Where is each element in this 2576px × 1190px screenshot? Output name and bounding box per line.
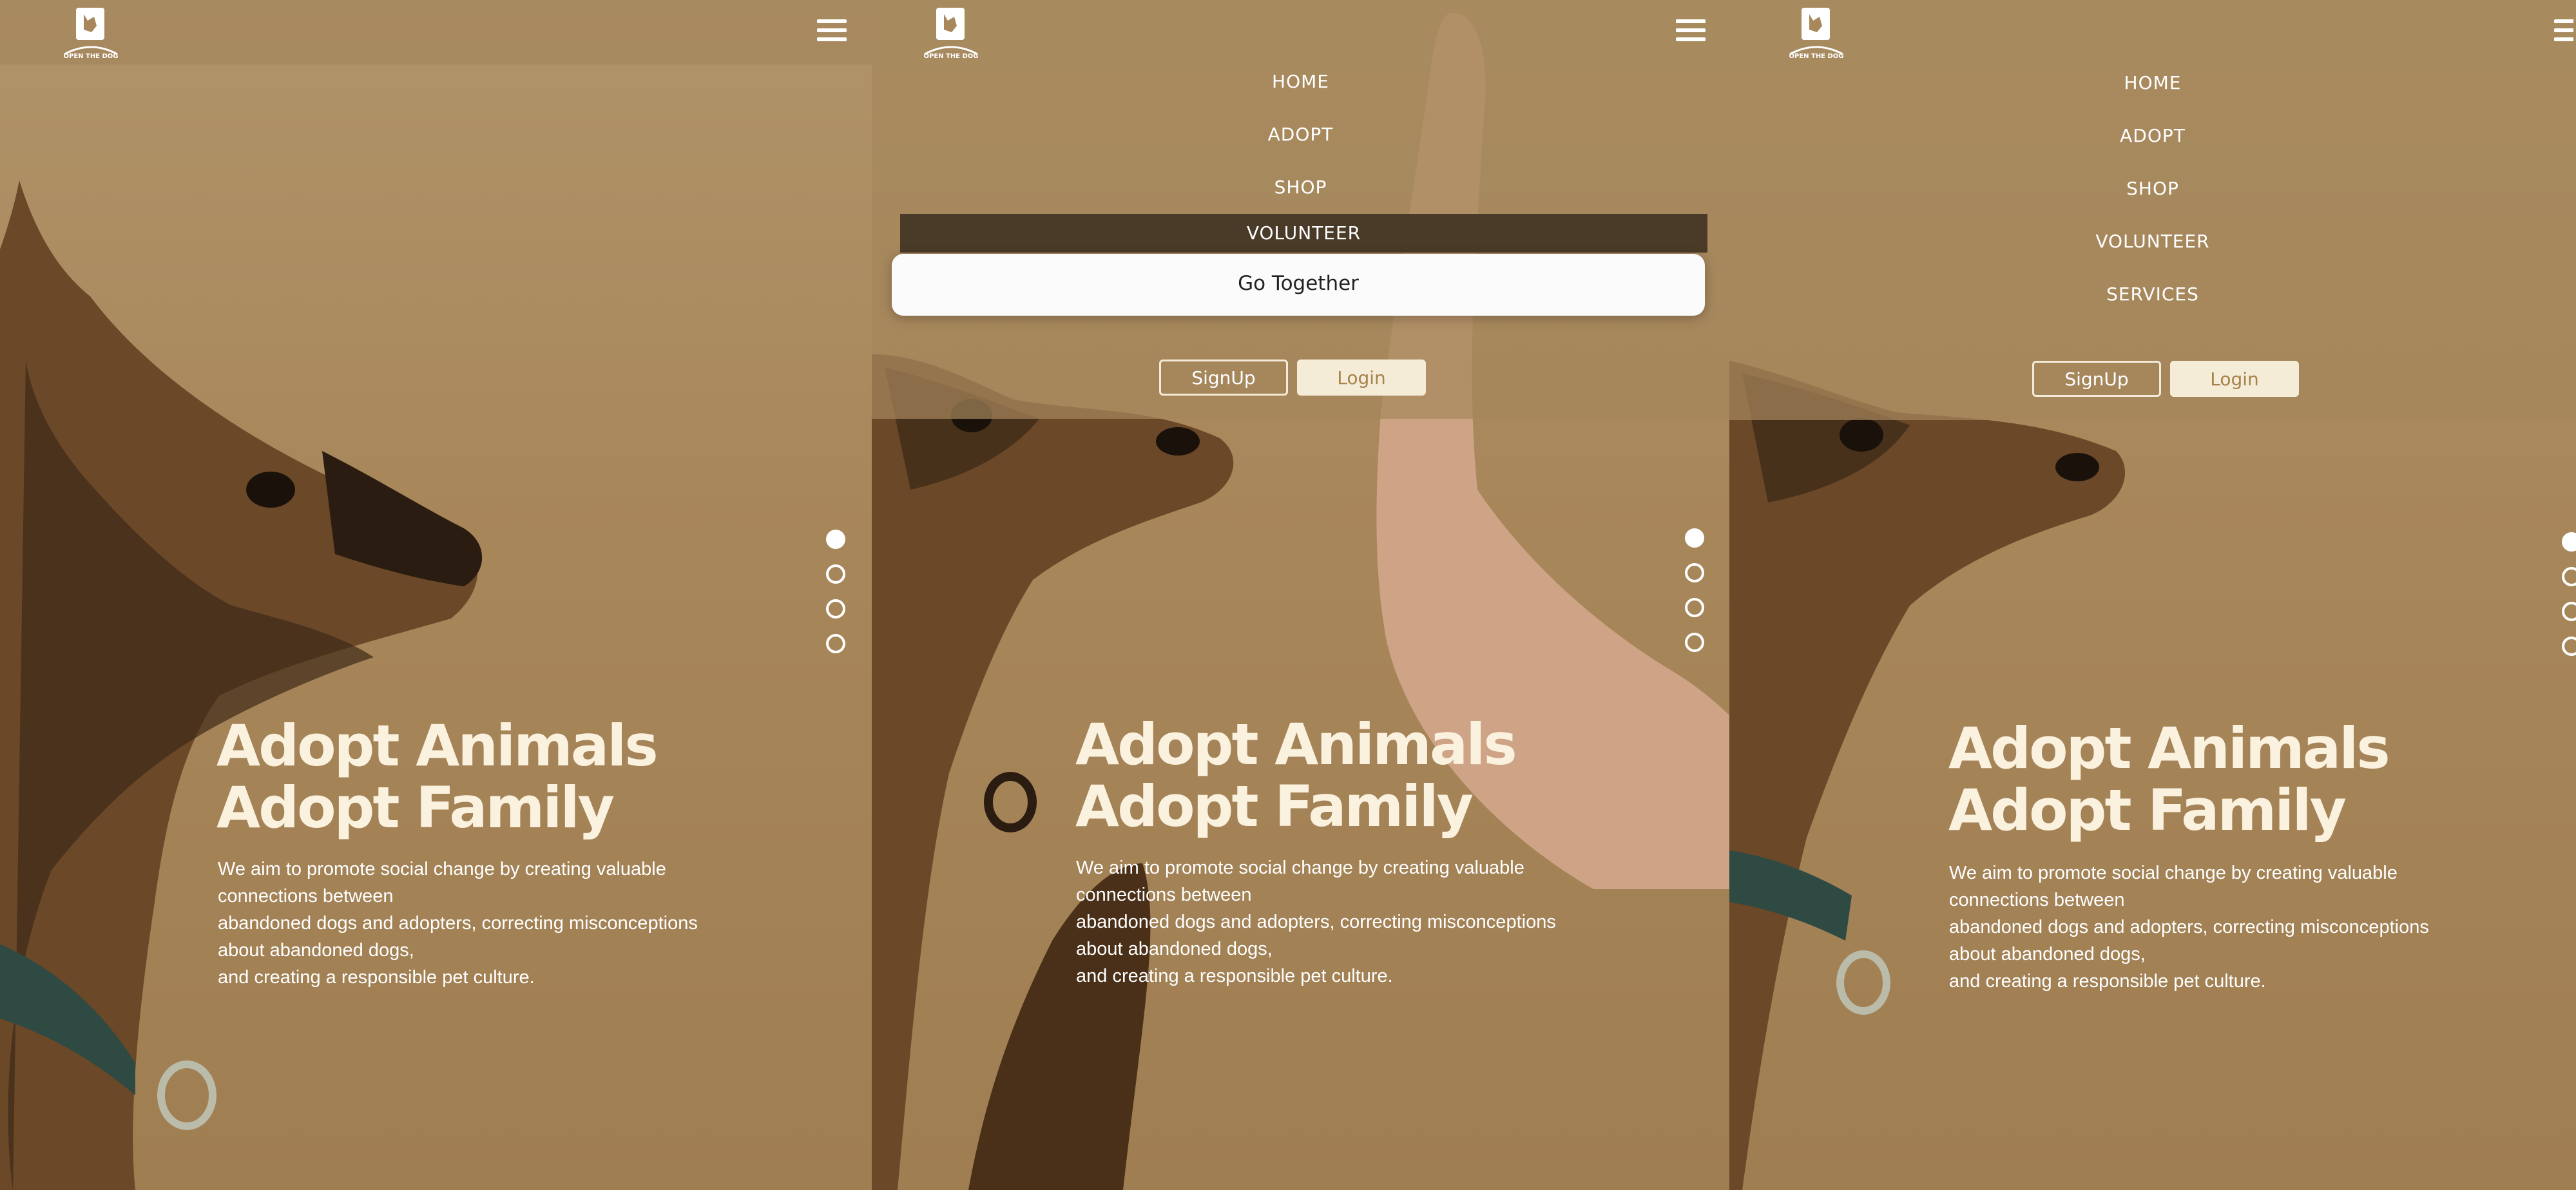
nav-item-shop[interactable]: SHOP [872,161,1729,214]
nav-menu: HOME ADOPT SHOP VOLUNTEER [872,55,1729,253]
slider-dots [2562,532,2576,671]
auth-buttons: SignUp Login [2032,361,2299,397]
top-bar [0,0,872,64]
nav-item-volunteer[interactable]: VOLUNTEER [900,214,1707,253]
nav-item-services[interactable]: SERVICES [1729,268,2576,321]
svg-text:OPEN THE DOG: OPEN THE DOG [1789,53,1843,60]
slider-dots [1685,528,1707,667]
menu-toggle-button[interactable] [2554,19,2573,45]
hero-description: We aim to promote social change by creat… [1949,863,2429,992]
hero-title-line-2: Adopt Family [216,774,615,841]
hero-title-line-1: Adopt Animals [216,713,658,779]
svg-text:OPEN THE DOG: OPEN THE DOG [63,53,118,60]
signup-button[interactable]: SignUp [1159,360,1288,396]
hero-description: We aim to promote social change by creat… [1076,858,1556,986]
nav-item-home[interactable]: HOME [872,55,1729,108]
login-button[interactable]: Login [1297,360,1426,396]
slider-dot-3[interactable] [1685,598,1704,617]
slider-dot-4[interactable] [1685,633,1704,652]
nav-item-shop[interactable]: SHOP [1729,162,2576,215]
auth-buttons: SignUp Login [1159,360,1426,396]
slider-dot-4[interactable] [826,634,845,653]
hero-title: Adopt Animals Adopt Family [1075,711,1517,840]
brand-logo[interactable]: OPEN THE DOG [55,4,126,62]
nav-item-adopt[interactable]: ADOPT [1729,110,2576,162]
slider-dot-1[interactable] [1685,528,1704,548]
nav-item-home[interactable]: HOME [1729,57,2576,110]
nav-item-volunteer[interactable]: VOLUNTEER [1729,215,2576,268]
nav-item-adopt[interactable]: ADOPT [872,108,1729,161]
dog-image [0,64,554,1190]
hero-title-line-1: Adopt Animals [1075,711,1517,778]
hero-description: We aim to promote social change by creat… [218,859,698,988]
hero-title: Adopt Animals Adopt Family [216,713,658,841]
hero-title-line-2: Adopt Family [1075,773,1474,840]
menu-toggle-button[interactable] [1676,19,1706,45]
tooltip-go-together: Go Together [892,254,1705,316]
login-button[interactable]: Login [2170,361,2299,397]
slider-dot-2[interactable] [826,564,845,584]
nav-menu: HOME ADOPT SHOP VOLUNTEER SERVICES [1729,57,2576,321]
slider-dot-1[interactable] [826,530,845,549]
signup-button[interactable]: SignUp [2032,361,2161,397]
slider-dot-2[interactable] [1685,563,1704,582]
slider-dots [826,530,848,669]
brand-logo[interactable]: OPEN THE DOG [1781,4,1852,62]
hero-title-line-2: Adopt Family [1948,777,2347,843]
svg-text:OPEN THE DOG: OPEN THE DOG [923,53,978,60]
screen-menu-hover: HOME ADOPT SHOP VOLUNTEER Go Together Si… [872,0,1729,1190]
screen-home-closed: OPEN THE DOG Adopt Animals Adopt Family … [0,0,872,1190]
menu-toggle-button[interactable] [817,19,847,45]
slider-dot-3[interactable] [826,599,845,619]
slider-dot-2[interactable] [2562,567,2576,586]
brand-logo[interactable]: OPEN THE DOG [916,4,986,62]
hero-title-line-1: Adopt Animals [1948,715,2390,782]
slider-dot-3[interactable] [2562,602,2576,621]
hero-title: Adopt Animals Adopt Family [1948,715,2390,843]
slider-dot-1[interactable] [2562,532,2576,552]
slider-dot-4[interactable] [2562,637,2576,656]
screen-menu-open: HOME ADOPT SHOP VOLUNTEER SERVICES SignU… [1729,0,2576,1190]
